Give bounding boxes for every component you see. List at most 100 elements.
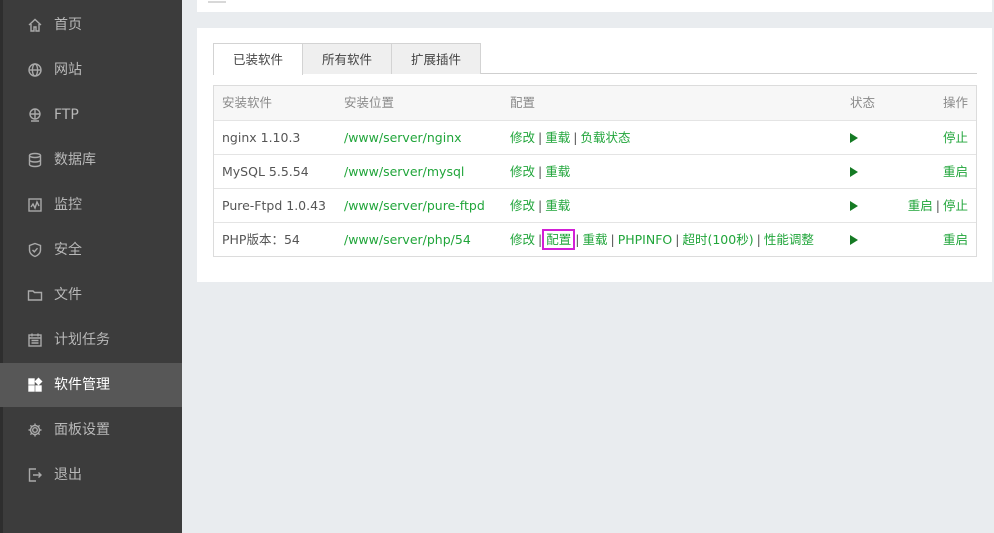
sidebar: 首页 网站 FTP 数据库 监控 安全 文件 计划任务 软件管理 面板设置 退出: [0, 0, 182, 533]
sidebar-item-label: 安全: [54, 242, 82, 258]
separator: |: [935, 198, 940, 213]
database-icon: [26, 151, 44, 169]
status-running: [850, 121, 858, 154]
ops-links: 重启: [943, 223, 968, 256]
table-row: MySQL 5.5.54 /www/server/mysql 修改 | 重载 重启: [214, 154, 976, 188]
header-path: 安装位置: [344, 95, 395, 110]
reload-link[interactable]: 重载: [545, 130, 570, 145]
phpinfo-link[interactable]: PHPINFO: [618, 232, 673, 247]
sidebar-item-logout[interactable]: 退出: [0, 453, 182, 497]
config-links: 修改 | 重载: [510, 189, 570, 222]
sidebar-item-cron[interactable]: 计划任务: [0, 318, 182, 362]
sidebar-item-label: 文件: [54, 287, 82, 303]
separator: |: [538, 198, 543, 213]
restart-link[interactable]: 重启: [943, 232, 968, 247]
play-icon: [850, 132, 858, 143]
ops-links: 重启: [943, 155, 968, 188]
separator: |: [573, 130, 578, 145]
status-running: [850, 155, 858, 188]
software-tabs: 已装软件 所有软件 扩展插件: [213, 43, 977, 75]
software-panel: 已装软件 所有软件 扩展插件 安装软件 安装位置 配置 状态 操作 nginx …: [197, 28, 992, 282]
stop-link[interactable]: 停止: [943, 130, 968, 145]
header-name: 安装软件: [222, 95, 273, 110]
sidebar-item-security[interactable]: 安全: [0, 228, 182, 272]
folder-icon: [26, 286, 44, 304]
separator: |: [610, 232, 615, 247]
sidebar-item-home[interactable]: 首页: [0, 3, 182, 47]
modify-link[interactable]: 修改: [510, 164, 535, 179]
restart-link[interactable]: 重启: [943, 164, 968, 179]
config-links: 修改 | 重载: [510, 155, 570, 188]
gear-icon: [26, 421, 44, 439]
software-name: nginx 1.10.3: [222, 130, 301, 145]
header-status: 状态: [850, 95, 876, 110]
sidebar-item-settings[interactable]: 面板设置: [0, 408, 182, 452]
load-status-link[interactable]: 负载状态: [580, 130, 630, 145]
play-icon: [850, 234, 858, 245]
software-path[interactable]: /www/server/mysql: [344, 155, 464, 188]
stop-link[interactable]: 停止: [943, 198, 968, 213]
sidebar-item-monitor[interactable]: 监控: [0, 183, 182, 227]
globe-icon: [26, 61, 44, 79]
play-icon: [850, 200, 858, 211]
tab-plugins[interactable]: 扩展插件: [391, 43, 481, 74]
software-name: MySQL 5.5.54: [222, 164, 309, 179]
sidebar-item-files[interactable]: 文件: [0, 273, 182, 317]
restart-link[interactable]: 重启: [908, 198, 933, 213]
reload-link[interactable]: 重载: [582, 232, 607, 247]
separator: |: [575, 232, 580, 247]
table-row: Pure-Ftpd 1.0.43 /www/server/pure-ftpd 修…: [214, 188, 976, 222]
calendar-icon: [26, 331, 44, 349]
table-row: nginx 1.10.3 /www/server/nginx 修改 | 重载 | 负载状…: [214, 120, 976, 154]
sidebar-item-ftp[interactable]: FTP: [0, 93, 182, 137]
software-name: Pure-Ftpd 1.0.43: [222, 198, 326, 213]
header-config: 配置: [510, 95, 536, 110]
tab-installed[interactable]: 已装软件: [213, 43, 303, 75]
software-path[interactable]: /www/server/nginx: [344, 121, 462, 154]
shield-icon: [26, 241, 44, 259]
separator: |: [538, 232, 543, 247]
config-links: 修改 | 配置 | 重载 | PHPINFO | 超时(100秒) | 性能调整: [510, 223, 814, 256]
reload-link[interactable]: 重载: [545, 198, 570, 213]
play-icon: [850, 166, 858, 177]
table-header: 安装软件 安装位置 配置 状态 操作: [214, 86, 976, 120]
config-link[interactable]: 配置: [542, 229, 576, 250]
reload-link[interactable]: 重载: [545, 164, 570, 179]
ops-links: 重启 | 停止: [908, 189, 968, 222]
software-path[interactable]: /www/server/php/54: [344, 223, 471, 256]
table-row: PHP版本：54 /www/server/php/54 修改 | 配置 | 重载 | PHP…: [214, 222, 976, 256]
software-table: 安装软件 安装位置 配置 状态 操作 nginx 1.10.3 /www/ser…: [213, 85, 977, 257]
sidebar-item-label: 首页: [54, 17, 82, 33]
ftp-icon: [26, 106, 44, 124]
sidebar-item-label: 面板设置: [54, 422, 110, 438]
config-links: 修改 | 重载 | 负载状态: [510, 121, 630, 154]
sidebar-item-label: 软件管理: [54, 377, 110, 393]
logout-icon: [26, 466, 44, 484]
sidebar-item-label: 退出: [54, 467, 82, 483]
top-panel-mark: [208, 0, 226, 3]
timeout-link[interactable]: 超时(100秒): [682, 232, 753, 247]
separator: |: [538, 164, 543, 179]
software-name: PHP版本：54: [222, 232, 300, 247]
home-icon: [26, 16, 44, 34]
sidebar-item-website[interactable]: 网站: [0, 48, 182, 92]
separator: |: [675, 232, 680, 247]
performance-link[interactable]: 性能调整: [764, 232, 814, 247]
sidebar-item-label: 监控: [54, 197, 82, 213]
software-path[interactable]: /www/server/pure-ftpd: [344, 189, 485, 222]
sidebar-item-label: 计划任务: [54, 332, 110, 348]
modify-link[interactable]: 修改: [510, 130, 535, 145]
ops-links: 停止: [943, 121, 968, 154]
tab-all-software[interactable]: 所有软件: [302, 43, 392, 74]
separator: |: [756, 232, 761, 247]
modify-link[interactable]: 修改: [510, 232, 535, 247]
sidebar-item-software[interactable]: 软件管理: [0, 363, 182, 407]
sidebar-item-label: 数据库: [54, 152, 96, 168]
status-running: [850, 223, 858, 256]
header-ops: 操作: [942, 95, 968, 110]
sidebar-item-database[interactable]: 数据库: [0, 138, 182, 182]
modify-link[interactable]: 修改: [510, 198, 535, 213]
apps-icon: [26, 376, 44, 394]
sidebar-item-label: FTP: [54, 107, 79, 123]
top-panel: [197, 0, 992, 12]
